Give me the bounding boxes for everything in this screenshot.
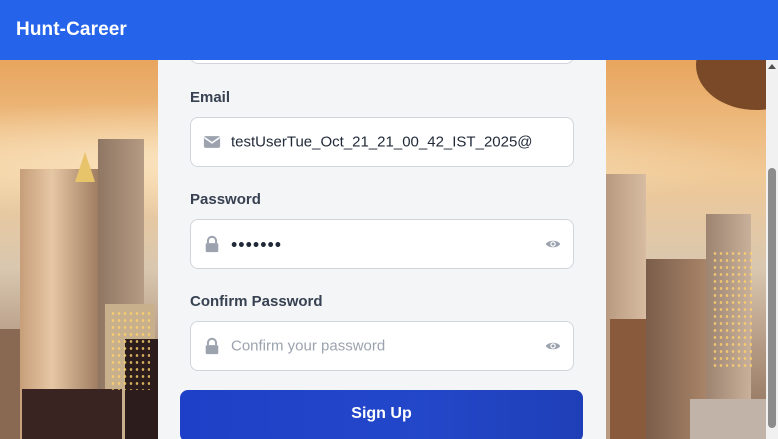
- lock-icon: [205, 337, 219, 355]
- password-field[interactable]: •••••••: [190, 219, 574, 269]
- confirm-password-placeholder: Confirm your password: [231, 337, 386, 355]
- email-field[interactable]: testUserTue_Oct_21_21_00_42_IST_2025@n: [190, 117, 574, 167]
- lock-icon: [205, 235, 219, 253]
- scroll-up-arrow-icon[interactable]: [768, 64, 776, 69]
- email-value: testUserTue_Oct_21_21_00_42_IST_2025@n: [231, 133, 533, 151]
- email-label: Email: [190, 89, 231, 106]
- page-scrollbar[interactable]: [766, 60, 778, 439]
- signup-form: Email testUserTue_Oct_21_21_00_42_IST_20…: [158, 50, 606, 439]
- password-value: •••••••: [231, 234, 283, 255]
- envelope-icon: [203, 136, 221, 148]
- brand-logo-text[interactable]: Hunt-Career: [16, 19, 127, 41]
- scrollbar-thumb[interactable]: [768, 168, 776, 428]
- eye-icon[interactable]: [545, 236, 561, 252]
- top-navbar: Hunt-Career: [0, 0, 778, 60]
- confirm-password-label: Confirm Password: [190, 293, 323, 310]
- password-label: Password: [190, 191, 261, 208]
- eye-icon[interactable]: [545, 338, 561, 354]
- confirm-password-field[interactable]: Confirm your password: [190, 321, 574, 371]
- sign-up-button[interactable]: Sign Up: [180, 390, 583, 439]
